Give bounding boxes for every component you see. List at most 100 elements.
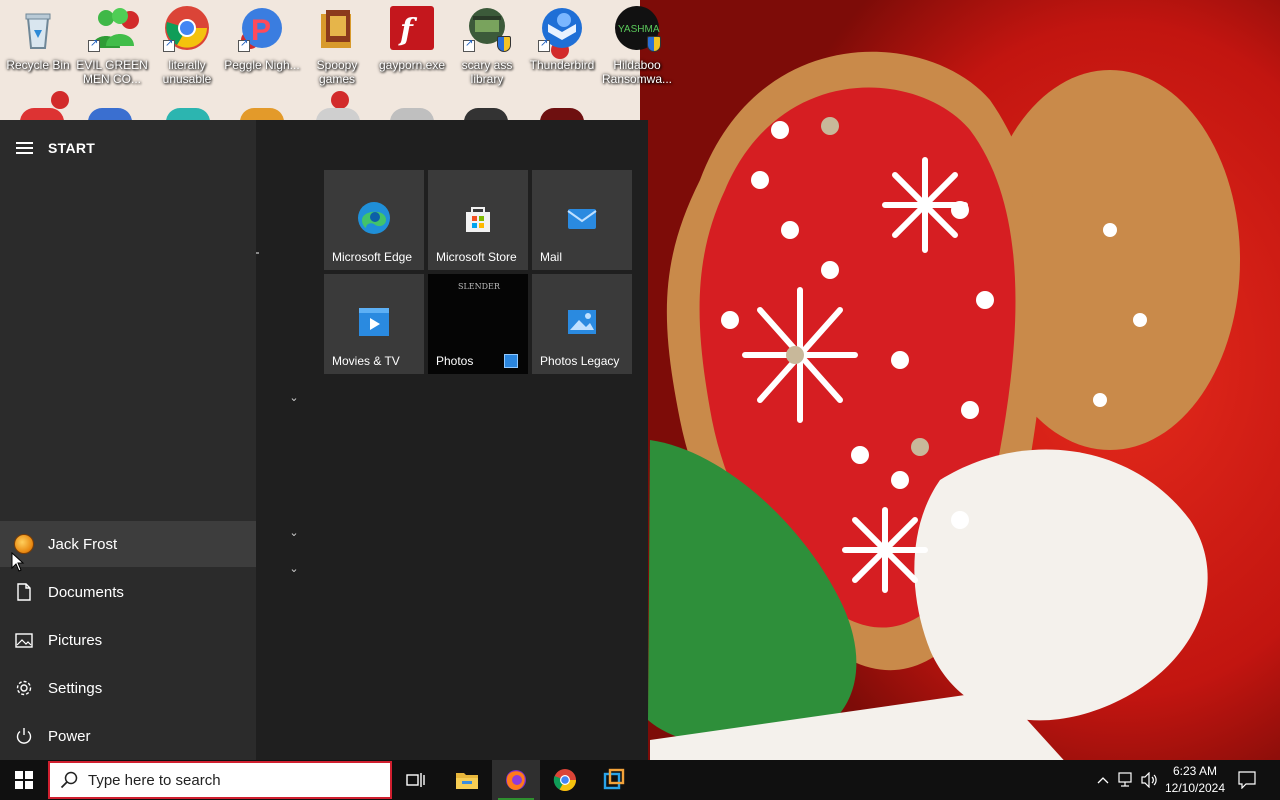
start-menu-rail: START Jack Frost Documents Pictures Sett… — [0, 120, 256, 760]
desktop-icon-label: literally unusable — [162, 58, 212, 86]
search-icon — [50, 771, 88, 789]
divider-mark — [256, 252, 259, 254]
chevron-down-icon[interactable]: ⌄ — [286, 526, 302, 539]
volume-icon — [1141, 772, 1157, 788]
desktop-icon-literally-unusable[interactable]: literally unusable — [149, 4, 225, 92]
gear-icon — [0, 665, 48, 711]
pictures-icon — [0, 617, 48, 663]
power-button[interactable]: Power — [0, 713, 256, 759]
user-account-button[interactable]: Jack Frost — [0, 521, 256, 567]
network-button[interactable] — [1114, 760, 1138, 800]
user-name: Jack Frost — [48, 535, 118, 553]
hamburger-menu-icon[interactable] — [0, 132, 48, 164]
edge-icon — [358, 202, 390, 234]
recycle-bin-icon — [14, 4, 62, 52]
virtualbox-button[interactable] — [590, 760, 638, 800]
tile-label: Microsoft Store — [436, 250, 517, 264]
store-icon — [466, 207, 490, 232]
document-icon — [0, 569, 48, 615]
clock-button[interactable]: 6:23 AM 12/10/2024 — [1162, 763, 1228, 797]
chrome-button[interactable] — [541, 760, 589, 800]
virtualbox-icon — [603, 768, 625, 790]
tile-label: Photos Legacy — [540, 354, 620, 368]
movies-icon — [359, 308, 389, 336]
search-placeholder: Type here to search — [88, 771, 221, 789]
svg-text:YASHMA: YASHMA — [618, 24, 660, 35]
start-menu: START Jack Frost Documents Pictures Sett… — [0, 120, 648, 760]
people-icon — [88, 4, 136, 52]
shortcut-arrow-icon — [238, 38, 250, 52]
shortcut-arrow-icon — [88, 38, 100, 52]
mail-icon — [567, 209, 597, 229]
tile-photos-legacy[interactable]: Photos Legacy — [532, 274, 632, 374]
thunderbird-icon — [538, 4, 586, 52]
desktop-icon-thunderbird[interactable]: Thunderbird — [524, 4, 600, 92]
start-menu-header: START — [0, 132, 256, 164]
tile-label: Photos — [436, 354, 474, 368]
desktop-icon-evil-green-men[interactable]: EVIL GREEN MEN CO... — [74, 4, 150, 92]
photos-badge-icon — [504, 354, 518, 368]
start-title: START — [48, 140, 96, 156]
settings-label: Settings — [48, 679, 103, 697]
file-explorer-icon — [456, 773, 478, 789]
chevron-down-icon[interactable]: ⌄ — [286, 562, 302, 575]
show-hidden-icons-button[interactable] — [1092, 760, 1114, 800]
desktop-icon-scary-ass-library[interactable]: scary ass library — [449, 4, 525, 92]
tile-label: Microsoft Edge — [332, 250, 413, 264]
desktop-icon-peggle[interactable]: P Peggle Nigh... — [224, 4, 300, 92]
tile-microsoft-edge[interactable]: Microsoft Edge — [324, 170, 424, 270]
desktop-icon-label: Spoopy games — [316, 58, 358, 86]
pictures-button[interactable]: Pictures — [0, 617, 256, 663]
settings-button[interactable]: Settings — [0, 665, 256, 711]
volume-button[interactable] — [1138, 760, 1162, 800]
chrome-icon — [163, 4, 211, 52]
photos-legacy-icon — [568, 310, 596, 334]
action-center-button[interactable] — [1234, 760, 1260, 800]
taskbar-search-box[interactable]: Type here to search — [48, 761, 392, 799]
uac-shield-icon — [497, 36, 511, 52]
start-button[interactable] — [0, 760, 48, 800]
mouse-cursor-icon — [11, 552, 25, 572]
desktop-icon-label: scary ass library — [461, 58, 513, 86]
svg-text:P: P — [251, 14, 271, 47]
tile-label: Movies & TV — [332, 354, 400, 368]
task-view-icon — [406, 773, 425, 787]
documents-label: Documents — [48, 583, 124, 601]
tile-photos[interactable]: SLENDER Photos — [428, 274, 528, 374]
desktop-icon-label: gayporn.exe — [378, 58, 446, 72]
desktop-icon-recycle-bin[interactable]: Recycle Bin — [0, 4, 76, 92]
firefox-button[interactable] — [492, 760, 540, 800]
desktop-icon-label: Peggle Nigh... — [224, 58, 300, 72]
yashma-icon: YASHMA — [613, 4, 661, 52]
library-icon — [463, 4, 511, 52]
shortcut-arrow-icon — [163, 38, 175, 52]
tile-movies-tv[interactable]: Movies & TV — [324, 274, 424, 374]
flash-icon: f — [388, 4, 436, 52]
desktop-icon-label: EVIL GREEN MEN CO... — [76, 58, 148, 86]
tile-microsoft-store[interactable]: Microsoft Store — [428, 170, 528, 270]
power-label: Power — [48, 727, 91, 745]
task-view-button[interactable] — [392, 760, 440, 800]
avatar — [14, 534, 34, 554]
uac-shield-icon — [647, 36, 661, 52]
pictures-label: Pictures — [48, 631, 103, 649]
photo-thumbnail: SLENDER — [458, 282, 500, 291]
chrome-icon — [553, 769, 576, 791]
tile-label: Mail — [540, 250, 563, 264]
taskbar: Type here to search 6:23 AM 12/10/2024 — [0, 760, 1280, 800]
desktop-icon-spoopy-games[interactable]: Spoopy games — [299, 4, 375, 92]
desktop-icon-hildaboo-ransomware[interactable]: YASHMA Hildaboo Ransomwa... — [599, 4, 675, 92]
desktop-icon-label: Recycle Bin — [6, 58, 70, 72]
chevron-down-icon[interactable]: ⌄ — [286, 391, 302, 404]
shortcut-arrow-icon — [463, 38, 475, 52]
tile-mail[interactable]: Mail — [532, 170, 632, 270]
power-icon — [0, 713, 48, 759]
windows-logo-icon — [15, 771, 33, 789]
file-explorer-button[interactable] — [443, 760, 491, 800]
clock-time: 6:23 AM — [1172, 764, 1218, 778]
desktop-icon-gayporn-exe[interactable]: f gayporn.exe — [374, 4, 450, 92]
notification-icon — [1238, 771, 1256, 789]
network-icon — [1118, 772, 1132, 787]
documents-button[interactable]: Documents — [0, 569, 256, 615]
peggle-icon: P — [238, 4, 286, 52]
